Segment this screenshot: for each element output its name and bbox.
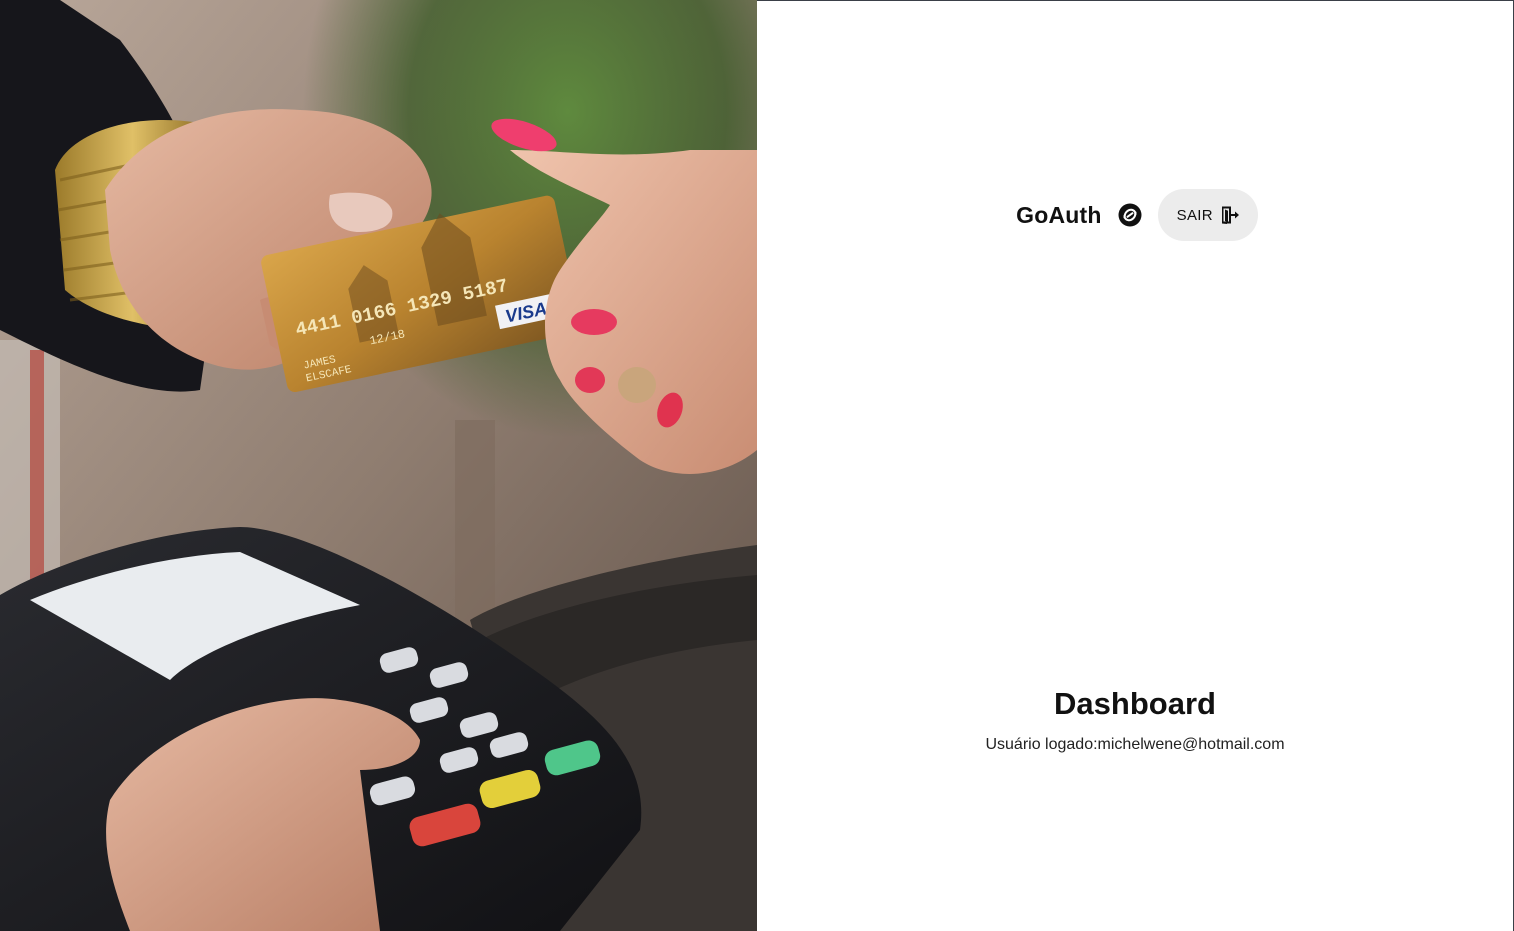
logged-user-email: michelwene@hotmail.com xyxy=(1097,736,1285,753)
logout-button[interactable]: SAIR xyxy=(1157,189,1258,241)
page: 4411 0166 1329 5187 12/18 JAMES ELSCAFE … xyxy=(0,0,1514,931)
logged-user-info: Usuário logado:michelwene@hotmail.com xyxy=(757,736,1513,754)
logged-user-prefix: Usuário logado: xyxy=(985,736,1098,753)
brand: GoAuth xyxy=(1016,202,1143,229)
header: GoAuth SAIR xyxy=(757,188,1513,242)
logout-label: SAIR xyxy=(1176,206,1213,224)
brand-name: GoAuth xyxy=(1016,201,1102,228)
auth-logo-icon xyxy=(1117,202,1143,228)
logout-icon xyxy=(1220,205,1240,225)
page-title: Dashboard xyxy=(1054,686,1216,721)
content-panel: GoAuth SAIR Dashboard Usuário logado:mic… xyxy=(757,0,1514,931)
dashboard-section: Dashboard Usuário logado:michelwene@hotm… xyxy=(757,681,1513,754)
payment-photo: 4411 0166 1329 5187 12/18 JAMES ELSCAFE … xyxy=(0,0,757,931)
hero-image: 4411 0166 1329 5187 12/18 JAMES ELSCAFE … xyxy=(0,0,757,931)
